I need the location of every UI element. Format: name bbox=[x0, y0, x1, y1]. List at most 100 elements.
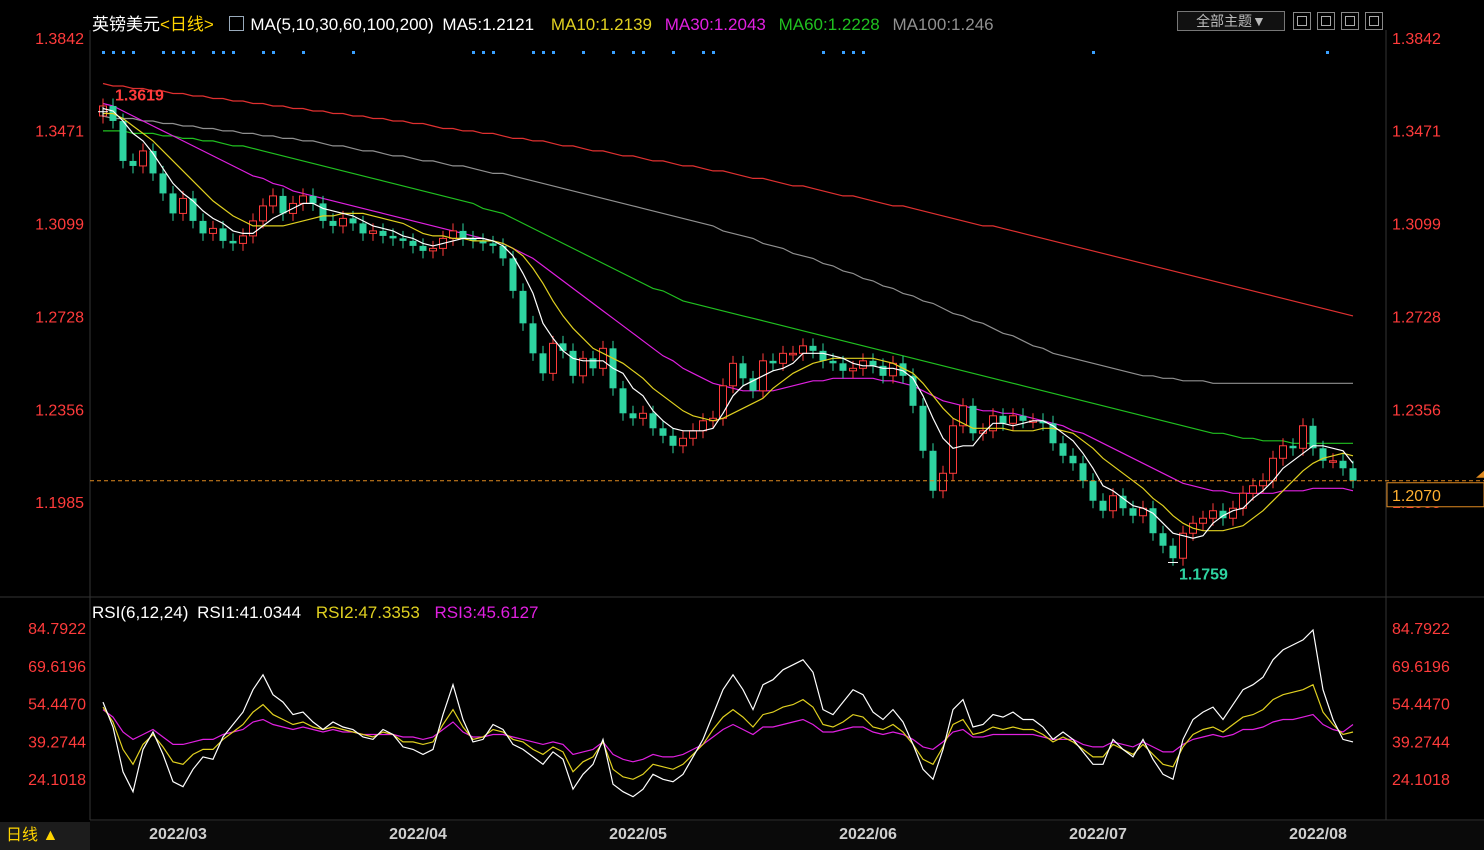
candle-body bbox=[549, 342, 557, 374]
candle-body bbox=[869, 360, 877, 366]
layout-panels-icon[interactable] bbox=[1317, 12, 1335, 30]
candle-body bbox=[659, 428, 667, 436]
candle-body bbox=[369, 230, 377, 234]
signal-dot bbox=[262, 51, 265, 54]
candle-body bbox=[319, 203, 327, 221]
candle-body bbox=[139, 150, 147, 167]
layout-grid-icon[interactable] bbox=[1293, 12, 1311, 30]
candle-body bbox=[119, 120, 127, 161]
price-tick-right: 1.3471 bbox=[1392, 124, 1441, 141]
price-tick-left: 1.3842 bbox=[35, 31, 84, 48]
candle-body bbox=[349, 218, 357, 224]
period-switch-button[interactable]: 日线 ▲ bbox=[0, 822, 90, 850]
candle-body bbox=[589, 358, 597, 369]
candle-body bbox=[419, 245, 427, 251]
ma200-line bbox=[102, 82, 1354, 317]
candle-body bbox=[1279, 445, 1287, 459]
ma60-value: MA60:1.2228 bbox=[778, 15, 880, 34]
candle-body bbox=[1129, 508, 1137, 516]
period-label[interactable]: <日线> bbox=[160, 15, 214, 34]
candle-body bbox=[259, 205, 267, 222]
price-tick-left: 1.1985 bbox=[35, 495, 84, 512]
ma10-line bbox=[103, 112, 1354, 532]
candle-body bbox=[729, 362, 737, 387]
price-tick-right: 1.2728 bbox=[1392, 309, 1441, 326]
candle-body bbox=[269, 195, 277, 207]
candle-body bbox=[339, 217, 347, 227]
rsi-tick-left: 54.4470 bbox=[28, 697, 86, 714]
candle-body bbox=[909, 375, 917, 406]
rsi-tick-right: 69.6196 bbox=[1392, 659, 1450, 676]
rsi-tick-right: 54.4470 bbox=[1392, 697, 1450, 714]
candle-body bbox=[189, 198, 197, 221]
candle-body bbox=[1159, 533, 1167, 546]
signal-dot bbox=[232, 51, 235, 54]
price-tick-left: 1.2728 bbox=[35, 309, 84, 326]
candle-body bbox=[569, 350, 577, 376]
candle-body bbox=[459, 230, 467, 239]
price-tick-right: 1.2356 bbox=[1392, 402, 1441, 419]
candle-body bbox=[689, 430, 697, 439]
signal-dot bbox=[532, 51, 535, 54]
rsi2-value: RSI2:47.3353 bbox=[315, 603, 420, 622]
signal-dot bbox=[352, 51, 355, 54]
candle-body bbox=[1009, 415, 1017, 424]
signal-dot bbox=[492, 51, 495, 54]
candle-body bbox=[209, 227, 217, 234]
rsi-header: RSI(6,12,24) RSI1:41.0344 RSI2:47.3353 R… bbox=[92, 603, 539, 623]
candle-body bbox=[1069, 455, 1077, 464]
candle-body bbox=[179, 197, 187, 214]
candle-body bbox=[629, 413, 637, 419]
signal-dot bbox=[542, 51, 545, 54]
ma-params: MA(5,10,30,60,100,200) bbox=[250, 15, 434, 34]
candle-body bbox=[939, 472, 947, 492]
rsi3-value: RSI3:45.6127 bbox=[434, 603, 539, 622]
rsi-tick-left: 39.2744 bbox=[28, 734, 86, 751]
rsi-tick-right: 24.1018 bbox=[1392, 772, 1450, 789]
candle-body bbox=[299, 195, 307, 204]
rsi2-line bbox=[102, 683, 1354, 780]
ma30-line bbox=[102, 102, 1354, 494]
rsi-tick-right: 84.7922 bbox=[1392, 621, 1450, 638]
candle-body bbox=[1109, 495, 1117, 512]
candle-body bbox=[1349, 468, 1357, 481]
candle-body bbox=[669, 435, 677, 446]
candle-body bbox=[599, 347, 607, 369]
signal-dot bbox=[192, 51, 195, 54]
candle-body bbox=[929, 450, 937, 491]
candle-body bbox=[159, 173, 167, 194]
play-icon[interactable] bbox=[1341, 12, 1359, 30]
signal-dot bbox=[632, 51, 635, 54]
signal-dot bbox=[862, 51, 865, 54]
candle-body bbox=[1289, 445, 1297, 449]
candle-body bbox=[649, 413, 657, 429]
candle-body bbox=[379, 230, 387, 236]
candle-body bbox=[789, 352, 797, 356]
candle-body bbox=[1309, 425, 1317, 449]
price-tick-right: 1.3842 bbox=[1392, 31, 1441, 48]
candle-body bbox=[309, 195, 317, 204]
candle-body bbox=[1019, 415, 1027, 421]
signal-dot bbox=[1326, 51, 1329, 54]
candle-body bbox=[699, 420, 707, 432]
price-tick-left: 1.2356 bbox=[35, 402, 84, 419]
signal-dot bbox=[472, 51, 475, 54]
candle-body bbox=[999, 415, 1007, 424]
price-arrow-icon bbox=[1476, 470, 1484, 478]
candle-body bbox=[809, 345, 817, 351]
chart-header: 英镑美元<日线> MA(5,10,30,60,100,200) MA5:1.21… bbox=[92, 10, 994, 35]
candle-body bbox=[1099, 500, 1107, 511]
candle-body bbox=[819, 350, 827, 361]
candle-body bbox=[1259, 480, 1267, 487]
ma5-line bbox=[102, 107, 1354, 539]
theme-dropdown-button[interactable]: 全部主题▼ bbox=[1177, 11, 1285, 31]
candle-body bbox=[889, 362, 897, 377]
candle-body bbox=[769, 360, 777, 364]
candle-body bbox=[639, 412, 647, 419]
candle-body bbox=[1169, 545, 1177, 559]
candle-body bbox=[839, 363, 847, 371]
price-tick-left: 1.3471 bbox=[35, 124, 84, 141]
signal-dot bbox=[552, 51, 555, 54]
step-forward-icon[interactable] bbox=[1365, 12, 1383, 30]
date-tick: 2022/04 bbox=[389, 826, 447, 843]
